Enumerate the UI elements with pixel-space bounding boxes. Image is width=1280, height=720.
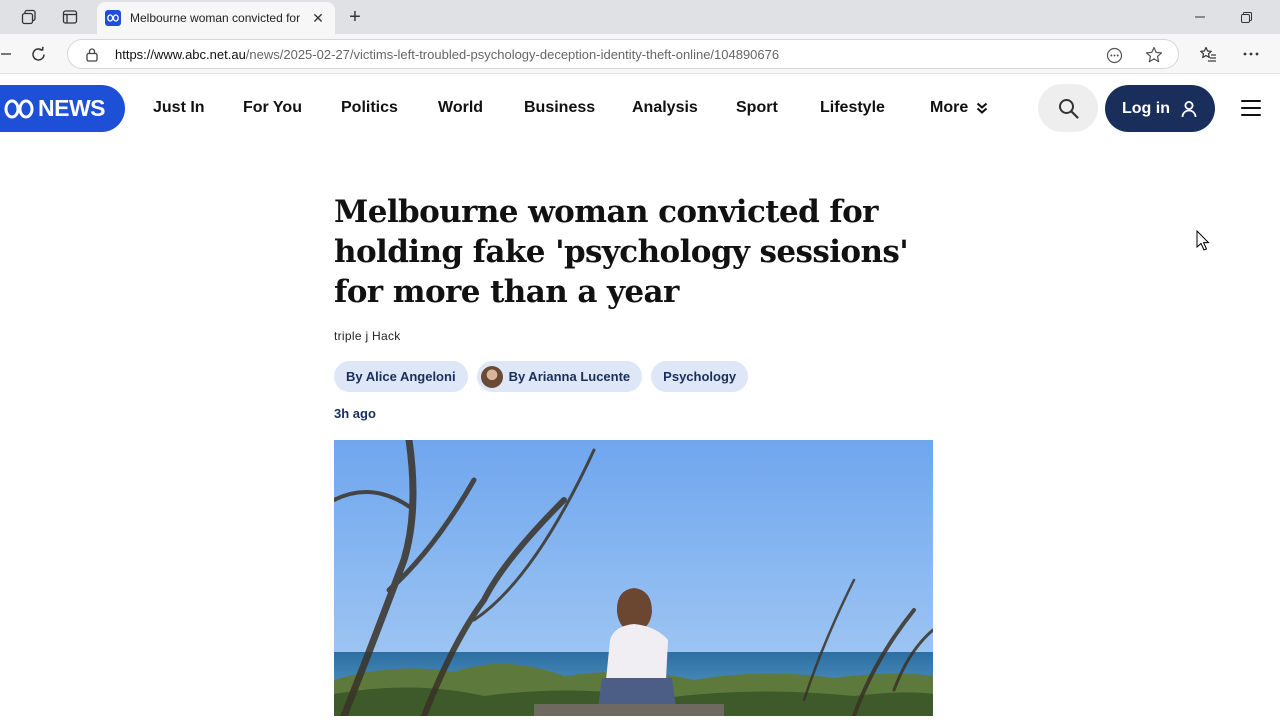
nav-more[interactable]: More <box>930 99 988 117</box>
login-label: Log in <box>1122 99 1170 117</box>
favorite-star-icon[interactable] <box>1145 46 1163 64</box>
refresh-icon[interactable] <box>24 41 52 67</box>
abc-favicon-icon <box>105 10 121 26</box>
hamburger-menu-icon[interactable] <box>1238 97 1264 119</box>
search-button[interactable] <box>1038 84 1098 132</box>
article-headline: Melbourne woman convicted for holding fa… <box>334 194 909 310</box>
search-icon <box>1058 98 1079 119</box>
author-arianna-lucente[interactable]: By Arianna Lucente <box>476 361 643 392</box>
nav-analysis[interactable]: Analysis <box>632 99 698 117</box>
url-field[interactable]: https://www.abc.net.au/news/2025-02-27/v… <box>67 39 1179 69</box>
new-tab-icon[interactable]: + <box>343 5 367 29</box>
avatar <box>480 365 503 388</box>
login-button[interactable]: Log in <box>1105 85 1215 132</box>
more-options-icon[interactable] <box>1237 41 1265 67</box>
address-bar-row: https://www.abc.net.au/news/2025-02-27/v… <box>0 34 1280 74</box>
nav-more-label: More <box>930 99 969 116</box>
double-chevron-down-icon <box>977 102 988 114</box>
nav-business[interactable]: Business <box>524 99 595 117</box>
abc-news-logo[interactable]: NEWS <box>0 85 125 132</box>
back-icon[interactable] <box>0 41 20 67</box>
tab-actions-icon[interactable] <box>57 5 83 29</box>
logo-text: NEWS <box>38 95 106 121</box>
abc-logo-icon <box>4 99 34 118</box>
hero-photo <box>334 440 933 716</box>
browser-tab-bar: Melbourne woman convicted for fake 'psyc… <box>0 0 1280 34</box>
topic-tag[interactable]: Psychology <box>651 361 749 392</box>
url-path: /news/2025-02-27/victims-left-troubled-p… <box>245 46 780 62</box>
author-alice-angeloni[interactable]: By Alice Angeloni <box>334 361 468 392</box>
article-source[interactable]: triple j Hack <box>334 329 401 343</box>
site-info-icon[interactable] <box>84 46 100 62</box>
tab-title: Melbourne woman convicted for fake 'psyc… <box>130 11 302 25</box>
nav-lifestyle[interactable]: Lifestyle <box>820 99 885 117</box>
url-host: https://www.abc.net.au <box>115 46 246 62</box>
url-text: https://www.abc.net.au/news/2025-02-27/v… <box>115 47 779 62</box>
nav-world[interactable]: World <box>438 99 483 117</box>
active-tab[interactable]: Melbourne woman convicted for fake 'psyc… <box>97 2 335 34</box>
minimize-icon[interactable] <box>1180 4 1220 30</box>
reader-mode-icon[interactable] <box>1105 46 1123 64</box>
nav-for-you[interactable]: For You <box>243 99 302 117</box>
nav-just-in[interactable]: Just In <box>153 99 205 117</box>
mouse-cursor-icon <box>1196 229 1210 257</box>
workspaces-icon[interactable] <box>16 5 42 29</box>
user-icon <box>1181 100 1197 117</box>
close-tab-icon[interactable]: ✕ <box>309 9 327 27</box>
nav-politics[interactable]: Politics <box>341 99 398 117</box>
restore-icon[interactable] <box>1226 4 1266 30</box>
byline-tags: By Alice Angeloni By Arianna Lucente Psy… <box>334 361 749 392</box>
hero-image[interactable] <box>334 440 933 716</box>
favorites-list-icon[interactable] <box>1194 41 1222 67</box>
published-time: 3h ago <box>334 406 376 421</box>
nav-sport[interactable]: Sport <box>736 99 778 117</box>
author-name: By Arianna Lucente <box>508 369 631 384</box>
site-header: NEWS Just In For You Politics World Busi… <box>0 75 1280 141</box>
